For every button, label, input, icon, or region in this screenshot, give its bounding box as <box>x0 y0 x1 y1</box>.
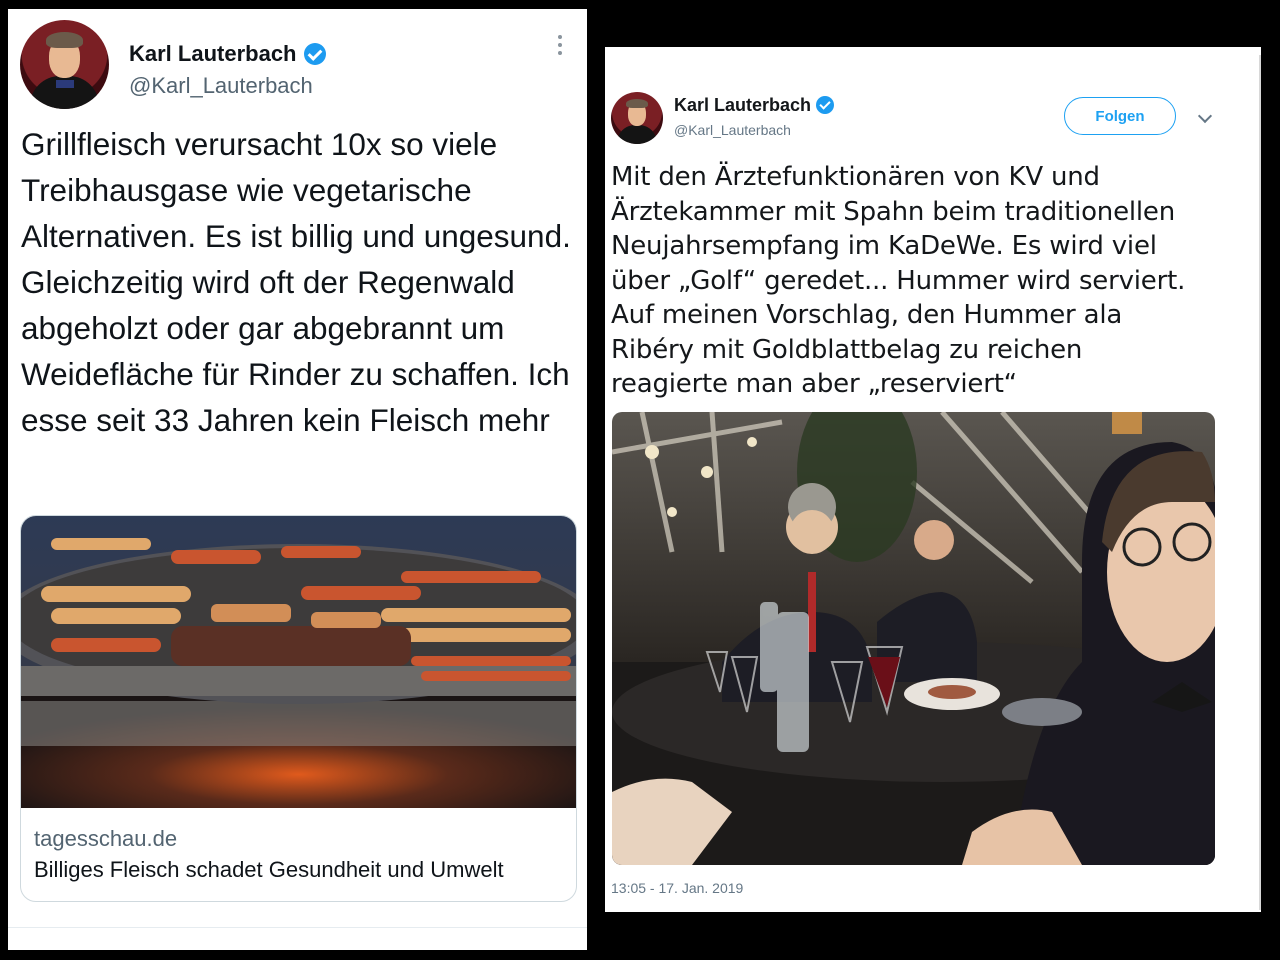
tweet-text-line: Mit den Ärztefunktionären von KV und <box>611 162 1100 192</box>
tweet-text-line: Auf meinen Vorschlag, den Hummer ala <box>611 300 1123 330</box>
tweet-timestamp[interactable]: 13:05 - 17. Jan. 2019 <box>611 880 743 896</box>
author-name[interactable]: Karl Lauterbach <box>674 95 811 116</box>
tweet-text-line: Ribéry mit Goldblattbelag zu reichen <box>611 334 1083 365</box>
tweet-text: Mit den Ärztefunktionären von KV und Ärz… <box>611 160 1251 402</box>
link-card[interactable]: tagesschau.de Billiges Fleisch schadet G… <box>20 515 577 902</box>
tweet-text-line: Ärztekammer mit Spahn beim traditionelle… <box>611 196 1176 227</box>
verified-badge-icon <box>303 43 326 65</box>
author-handle[interactable]: @Karl_Lauterbach <box>129 73 313 99</box>
verified-badge-icon <box>816 96 835 114</box>
more-options-icon[interactable] <box>556 35 564 55</box>
right-tweet: Karl Lauterbach @Karl_Lauterbach Folgen … <box>605 47 1261 912</box>
scrollbar[interactable] <box>1259 55 1261 910</box>
card-title: Billiges Fleisch schadet Gesundheit und … <box>34 857 504 882</box>
tweet-text-line: reagierte man aber „reserviert“ <box>611 369 1017 399</box>
left-tweet: Karl Lauterbach @Karl_Lauterbach Grillfl… <box>8 9 587 950</box>
card-image <box>21 516 576 808</box>
author-row: Karl Lauterbach <box>129 39 326 69</box>
author-handle[interactable]: @Karl_Lauterbach <box>674 122 791 138</box>
tweet-text-line: Neujahrsempfang im KaDeWe. Es wird viel <box>611 231 1157 261</box>
author-name[interactable]: Karl Lauterbach <box>129 41 297 67</box>
follow-button[interactable]: Folgen <box>1064 97 1176 135</box>
author-row: Karl Lauterbach <box>674 93 835 117</box>
avatar[interactable] <box>20 20 109 109</box>
divider <box>8 927 587 928</box>
card-domain: tagesschau.de <box>34 826 178 851</box>
tweet-text-line: über „Golf“ geredet... Hummer wird servi… <box>611 265 1186 296</box>
chevron-down-icon[interactable] <box>1197 108 1213 124</box>
tweet-text: Grillfleisch verursacht 10x so viele Tre… <box>21 126 571 438</box>
avatar[interactable] <box>611 92 663 144</box>
tweet-photo[interactable] <box>612 412 1215 865</box>
